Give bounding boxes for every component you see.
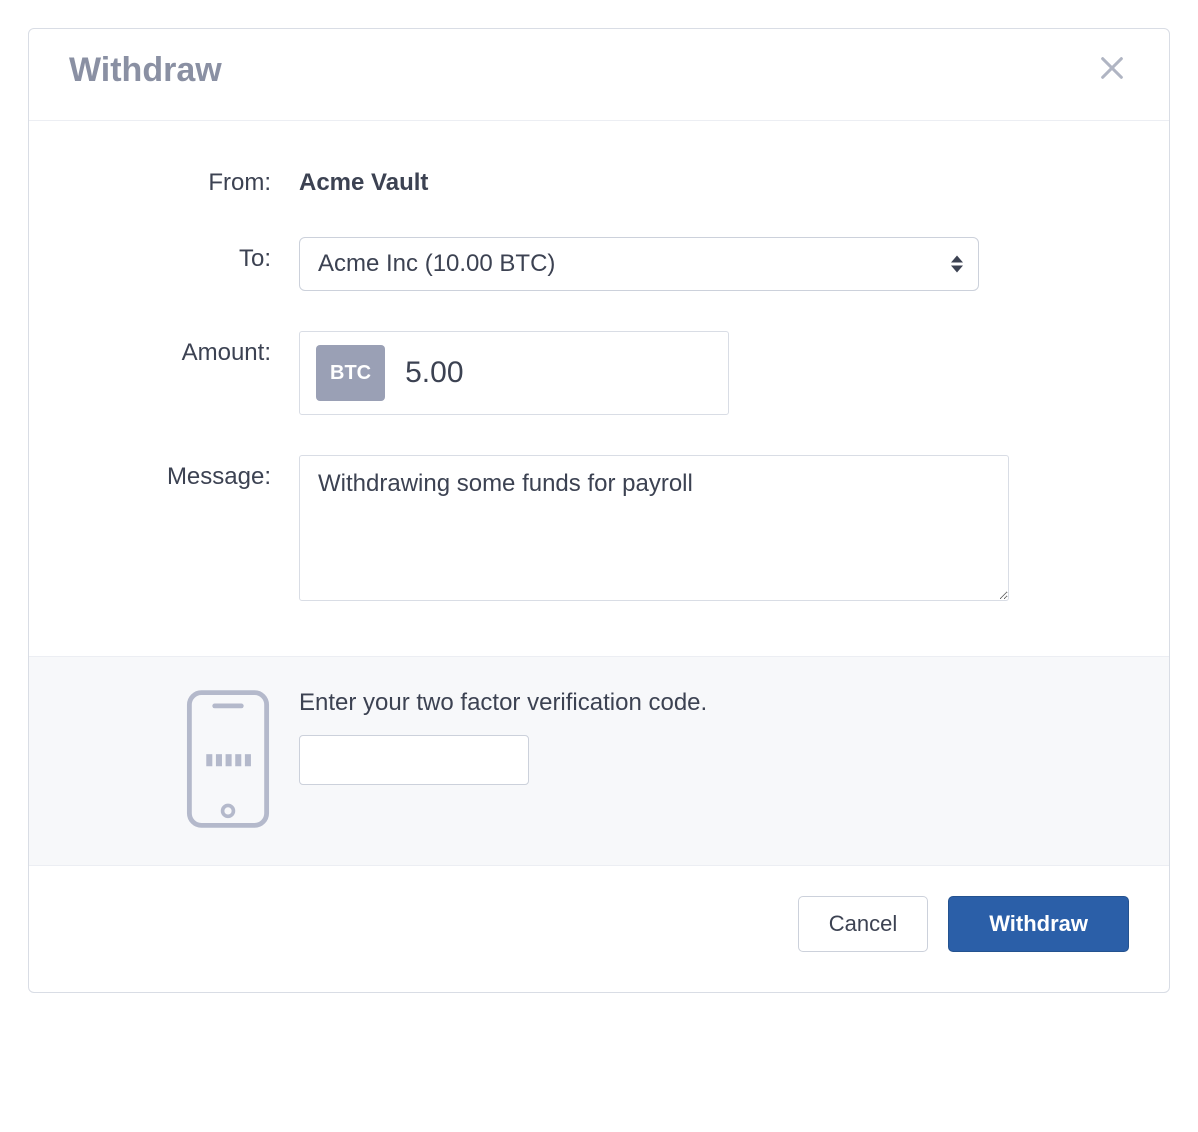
phone-icon	[185, 689, 271, 829]
message-textarea[interactable]	[299, 455, 1009, 601]
withdraw-modal: Withdraw From: Acme Vault To:	[28, 28, 1170, 993]
to-selected-value: Acme Inc (10.00 BTC)	[318, 250, 555, 278]
from-value: Acme Vault	[299, 161, 1129, 197]
currency-badge: BTC	[316, 345, 385, 401]
twofa-prompt: Enter your two factor verification code.	[299, 689, 1129, 717]
twofa-code-input[interactable]	[299, 735, 529, 785]
amount-label: Amount:	[69, 331, 299, 367]
twofa-section: Enter your two factor verification code.	[29, 656, 1169, 866]
modal-title: Withdraw	[69, 51, 222, 90]
cancel-button[interactable]: Cancel	[798, 896, 928, 952]
amount-group: BTC	[299, 331, 729, 415]
from-label: From:	[69, 161, 299, 197]
to-select[interactable]: Acme Inc (10.00 BTC)	[299, 237, 979, 291]
modal-header: Withdraw	[29, 29, 1169, 121]
from-row: From: Acme Vault	[69, 161, 1129, 197]
modal-footer: Cancel Withdraw	[29, 866, 1169, 992]
message-label: Message:	[69, 455, 299, 491]
modal-body: From: Acme Vault To: Acme Inc (10.00 BTC…	[29, 121, 1169, 656]
to-label: To:	[69, 237, 299, 273]
to-row: To: Acme Inc (10.00 BTC)	[69, 237, 1129, 291]
withdraw-button[interactable]: Withdraw	[948, 896, 1129, 952]
close-icon	[1098, 54, 1126, 87]
amount-input[interactable]	[403, 346, 793, 400]
message-row: Message:	[69, 455, 1129, 606]
amount-row: Amount: BTC	[69, 331, 1129, 415]
close-button[interactable]	[1095, 54, 1129, 88]
